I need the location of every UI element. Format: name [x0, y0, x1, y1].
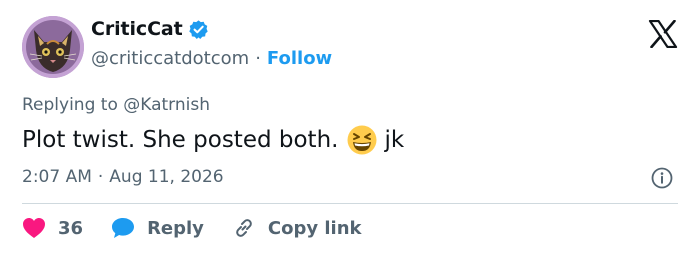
- reply-label: Reply: [147, 217, 204, 239]
- link-icon: [232, 216, 256, 240]
- copy-link-button[interactable]: Copy link: [232, 216, 362, 240]
- tweet-text-main: Plot twist. She posted both.: [22, 127, 339, 153]
- like-count: 36: [58, 217, 84, 239]
- tweet-text: Plot twist. She posted both. jk: [22, 124, 404, 156]
- x-logo-icon[interactable]: [648, 19, 678, 49]
- copy-link-label: Copy link: [267, 217, 362, 239]
- heart-icon: [22, 217, 46, 239]
- grinning-squinting-face-icon: [346, 124, 378, 156]
- tweet-time[interactable]: 2:07 AM: [22, 167, 92, 187]
- separator-dot: ·: [255, 48, 261, 69]
- divider: [22, 203, 678, 204]
- author-name-row: CriticCat: [91, 18, 209, 40]
- handle-row: @criticcatdotcom · Follow: [91, 48, 332, 69]
- follow-button[interactable]: Follow: [267, 48, 332, 69]
- tweet-text-suffix: jk: [384, 127, 405, 153]
- verified-badge-icon: [188, 19, 209, 40]
- tweet-date[interactable]: Aug 11, 2026: [109, 167, 223, 187]
- like-button[interactable]: 36: [22, 217, 83, 239]
- timestamp-separator: ·: [97, 167, 104, 187]
- reply-button[interactable]: Reply: [111, 217, 204, 239]
- author-handle[interactable]: @criticcatdotcom: [91, 48, 249, 69]
- display-name[interactable]: CriticCat: [91, 18, 183, 40]
- info-icon[interactable]: [650, 166, 674, 190]
- timestamp-row: 2:07 AM · Aug 11, 2026: [22, 167, 224, 187]
- replying-to-label: Replying to @Katrnish: [22, 95, 210, 115]
- speech-bubble-icon: [111, 217, 135, 239]
- avatar[interactable]: [22, 16, 84, 78]
- action-bar: 36 Reply Copy link: [22, 216, 390, 240]
